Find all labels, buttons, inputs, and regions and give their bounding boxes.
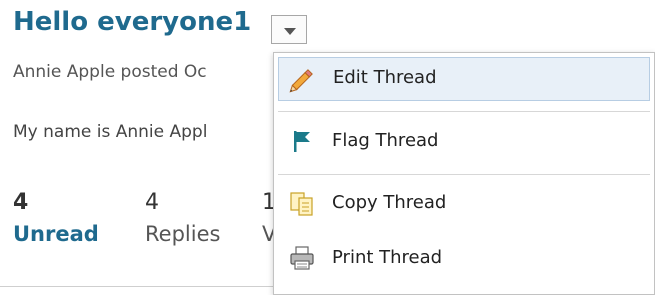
thread-meta: Annie Apple posted Oc <box>13 62 207 82</box>
unread-label[interactable]: Unread <box>13 222 99 246</box>
thread-title[interactable]: Hello everyone1 <box>13 7 251 37</box>
flag-icon <box>294 131 310 152</box>
thread-body: My name is Annie Appl <box>13 122 208 142</box>
pencil-icon <box>289 69 313 93</box>
menu-separator <box>278 174 650 175</box>
menu-item-copy-thread[interactable]: Copy Thread <box>278 182 650 226</box>
menu-item-label: Edit Thread <box>333 67 437 88</box>
menu-item-label: Copy Thread <box>332 192 447 213</box>
thread-actions-menu: Edit Thread Flag Thread Copy Thread Prin… <box>273 52 655 295</box>
menu-item-edit-thread[interactable]: Edit Thread <box>278 57 650 101</box>
divider <box>0 286 275 287</box>
menu-separator <box>278 111 650 112</box>
menu-item-print-thread[interactable]: Print Thread <box>278 237 650 281</box>
menu-item-label: Print Thread <box>332 247 443 268</box>
printer-icon <box>290 246 314 270</box>
thread-actions-dropdown-button[interactable] <box>271 15 307 44</box>
unread-count[interactable]: 4 <box>13 190 28 215</box>
copy-icon <box>290 192 313 216</box>
replies-label: Replies <box>145 222 221 246</box>
replies-count: 4 <box>145 190 159 215</box>
menu-item-flag-thread[interactable]: Flag Thread <box>278 120 650 164</box>
menu-item-label: Flag Thread <box>332 130 439 151</box>
